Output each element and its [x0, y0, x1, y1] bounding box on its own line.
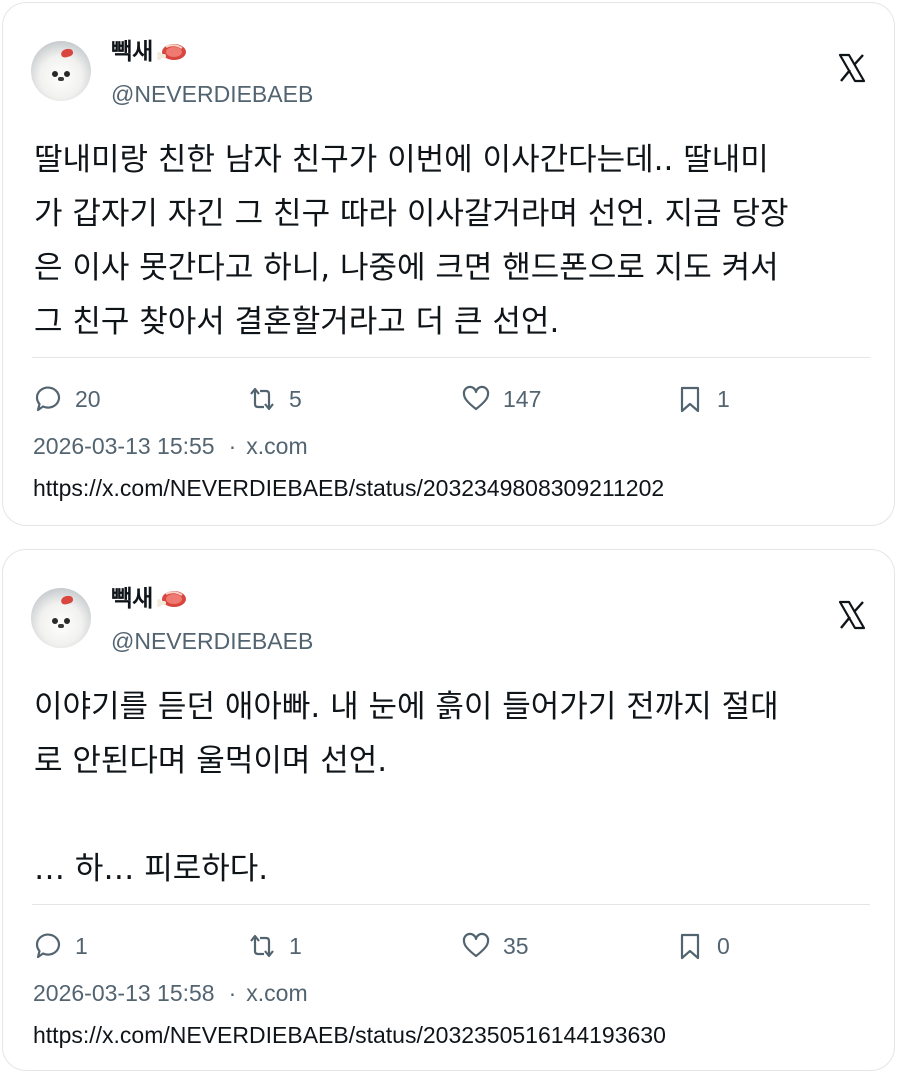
tweet-card[interactable]: 빽새 @NEVERDIEBAEB 딸내미랑 친한 남자 친구가 이번에 이사간다…: [2, 2, 895, 526]
repost-icon: [247, 931, 277, 961]
like-button[interactable]: 147: [461, 381, 541, 417]
meta-separator: ·: [228, 980, 237, 1006]
tweet-url[interactable]: https://x.com/NEVERDIEBAEB/status/203234…: [33, 471, 664, 505]
bookmark-button[interactable]: 1: [675, 381, 730, 417]
display-name[interactable]: 빽새: [111, 584, 153, 614]
source: x.com: [246, 433, 308, 459]
meta-separator: ·: [228, 433, 237, 459]
reply-count: 20: [75, 385, 101, 412]
repost-icon: [247, 384, 277, 414]
like-count: 35: [503, 932, 529, 959]
bookmark-icon: [675, 931, 705, 961]
x-logo-icon[interactable]: [838, 600, 866, 630]
like-button[interactable]: 35: [461, 928, 529, 964]
tweet-meta: 2026-03-13 15:55 · x.com: [33, 429, 308, 463]
author-handle[interactable]: @NEVERDIEBAEB: [111, 626, 313, 656]
tweet-meta: 2026-03-13 15:58 · x.com: [33, 976, 308, 1010]
bookmark-button[interactable]: 0: [675, 928, 730, 964]
timestamp[interactable]: 2026-03-13 15:58: [33, 980, 215, 1006]
divider: [32, 904, 870, 905]
action-bar: 1 1 35 0: [3, 928, 894, 964]
heart-icon: [461, 931, 491, 961]
tweet-text: 딸내미랑 친한 남자 친구가 이번에 이사간다는데.. 딸내미 가 갑자기 자긴…: [34, 142, 789, 340]
heart-icon: [461, 384, 491, 414]
bookmark-count: 0: [717, 932, 730, 959]
display-name[interactable]: 빽새: [111, 37, 153, 67]
tweet-text: 이야기를 듣던 애아빠. 내 눈에 흙이 들어가기 전까지 절대 로 안된다며 …: [34, 689, 779, 887]
avatar-bow: [60, 47, 74, 59]
avatar-bow: [60, 594, 74, 606]
repost-count: 1: [289, 932, 302, 959]
meat-on-bone-icon: [157, 588, 187, 610]
tweet-card[interactable]: 빽새 @NEVERDIEBAEB 이야기를 듣던 애아빠. 내 눈에 흙이 들어…: [2, 549, 895, 1071]
repost-count: 5: [289, 385, 302, 412]
reply-button[interactable]: 20: [33, 381, 101, 417]
repost-button[interactable]: 1: [247, 928, 302, 964]
action-bar: 20 5 147 1: [3, 381, 894, 417]
bookmark-icon: [675, 384, 705, 414]
x-logo-icon[interactable]: [838, 53, 866, 83]
bookmark-count: 1: [717, 385, 730, 412]
reply-icon: [33, 931, 63, 961]
author-name-row[interactable]: 빽새: [111, 37, 187, 67]
reply-button[interactable]: 1: [33, 928, 88, 964]
reply-count: 1: [75, 932, 88, 959]
divider: [32, 357, 870, 358]
timestamp[interactable]: 2026-03-13 15:55: [33, 433, 215, 459]
avatar[interactable]: [31, 41, 91, 101]
tweet-url[interactable]: https://x.com/NEVERDIEBAEB/status/203235…: [33, 1018, 666, 1052]
meat-on-bone-icon: [157, 41, 187, 63]
like-count: 147: [503, 385, 542, 412]
repost-button[interactable]: 5: [247, 381, 302, 417]
author-name-row[interactable]: 빽새: [111, 584, 187, 614]
avatar[interactable]: [31, 588, 91, 648]
author-handle[interactable]: @NEVERDIEBAEB: [111, 79, 313, 109]
reply-icon: [33, 384, 63, 414]
source: x.com: [246, 980, 308, 1006]
